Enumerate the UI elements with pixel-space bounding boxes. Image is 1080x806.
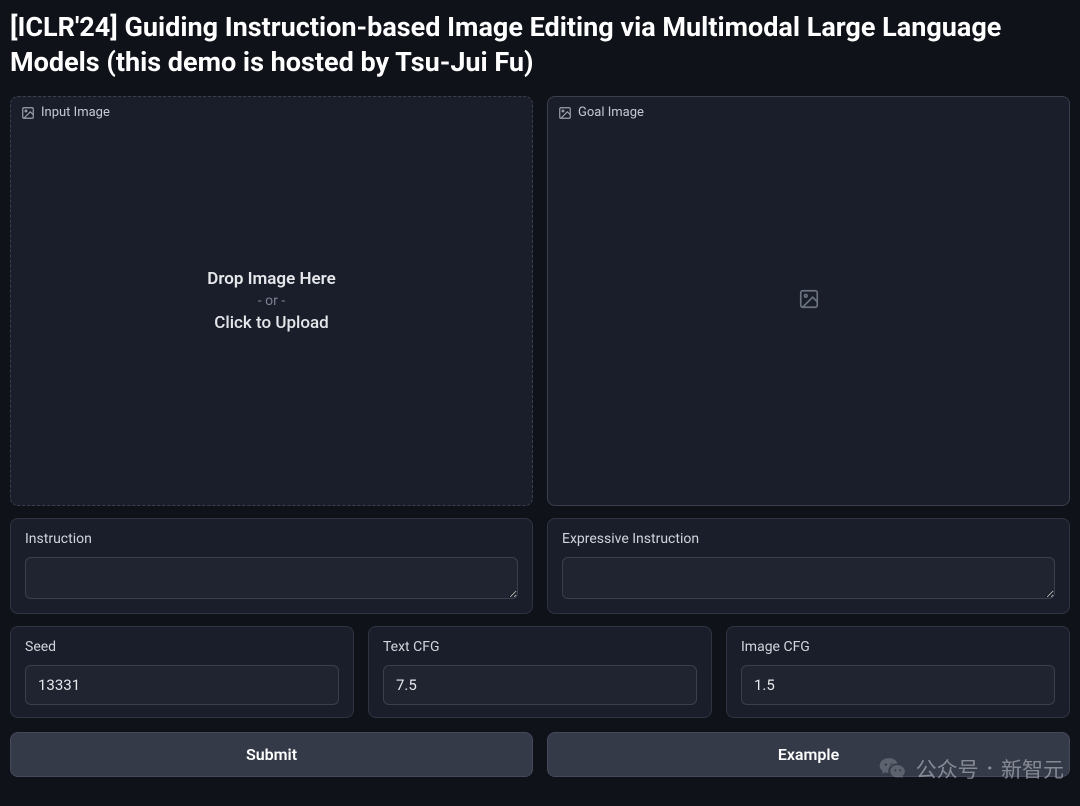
expressive-instruction-label: Expressive Instruction xyxy=(562,531,1055,547)
image-cfg-label: Image CFG xyxy=(741,639,1055,655)
example-button[interactable]: Example xyxy=(547,732,1070,777)
goal-image-label: Goal Image xyxy=(578,105,644,120)
text-cfg-label: Text CFG xyxy=(383,639,697,655)
dropzone-content: Drop Image Here - or - Click to Upload xyxy=(207,269,336,333)
seed-label: Seed xyxy=(25,639,339,655)
expressive-instruction-block: Expressive Instruction xyxy=(547,518,1070,614)
input-image-header: Input Image xyxy=(21,105,110,120)
button-row: Submit Example xyxy=(10,732,1070,777)
input-image-label: Input Image xyxy=(41,105,110,120)
submit-button[interactable]: Submit xyxy=(10,732,533,777)
goal-image-panel[interactable]: Goal Image xyxy=(547,96,1070,506)
click-upload-text: Click to Upload xyxy=(207,313,336,333)
image-panels-row: Input Image Drop Image Here - or - Click… xyxy=(10,96,1070,506)
image-cfg-input[interactable] xyxy=(741,665,1055,705)
expressive-instruction-input[interactable] xyxy=(562,557,1055,599)
image-icon xyxy=(21,106,35,120)
seed-block: Seed xyxy=(10,626,354,718)
instruction-row: Instruction Expressive Instruction xyxy=(10,518,1070,614)
goal-image-header: Goal Image xyxy=(558,105,644,120)
page-title: [ICLR'24] Guiding Instruction-based Imag… xyxy=(10,10,1070,80)
image-icon xyxy=(558,106,572,120)
text-cfg-block: Text CFG xyxy=(368,626,712,718)
instruction-label: Instruction xyxy=(25,531,518,547)
goal-image-placeholder xyxy=(798,288,820,314)
text-cfg-input[interactable] xyxy=(383,665,697,705)
drop-or-text: - or - xyxy=(207,293,336,309)
input-image-dropzone[interactable]: Input Image Drop Image Here - or - Click… xyxy=(10,96,533,506)
seed-input[interactable] xyxy=(25,665,339,705)
image-placeholder-icon xyxy=(798,288,820,310)
params-row: Seed Text CFG Image CFG xyxy=(10,626,1070,718)
drop-text: Drop Image Here xyxy=(207,269,336,289)
instruction-block: Instruction xyxy=(10,518,533,614)
image-cfg-block: Image CFG xyxy=(726,626,1070,718)
instruction-input[interactable] xyxy=(25,557,518,599)
